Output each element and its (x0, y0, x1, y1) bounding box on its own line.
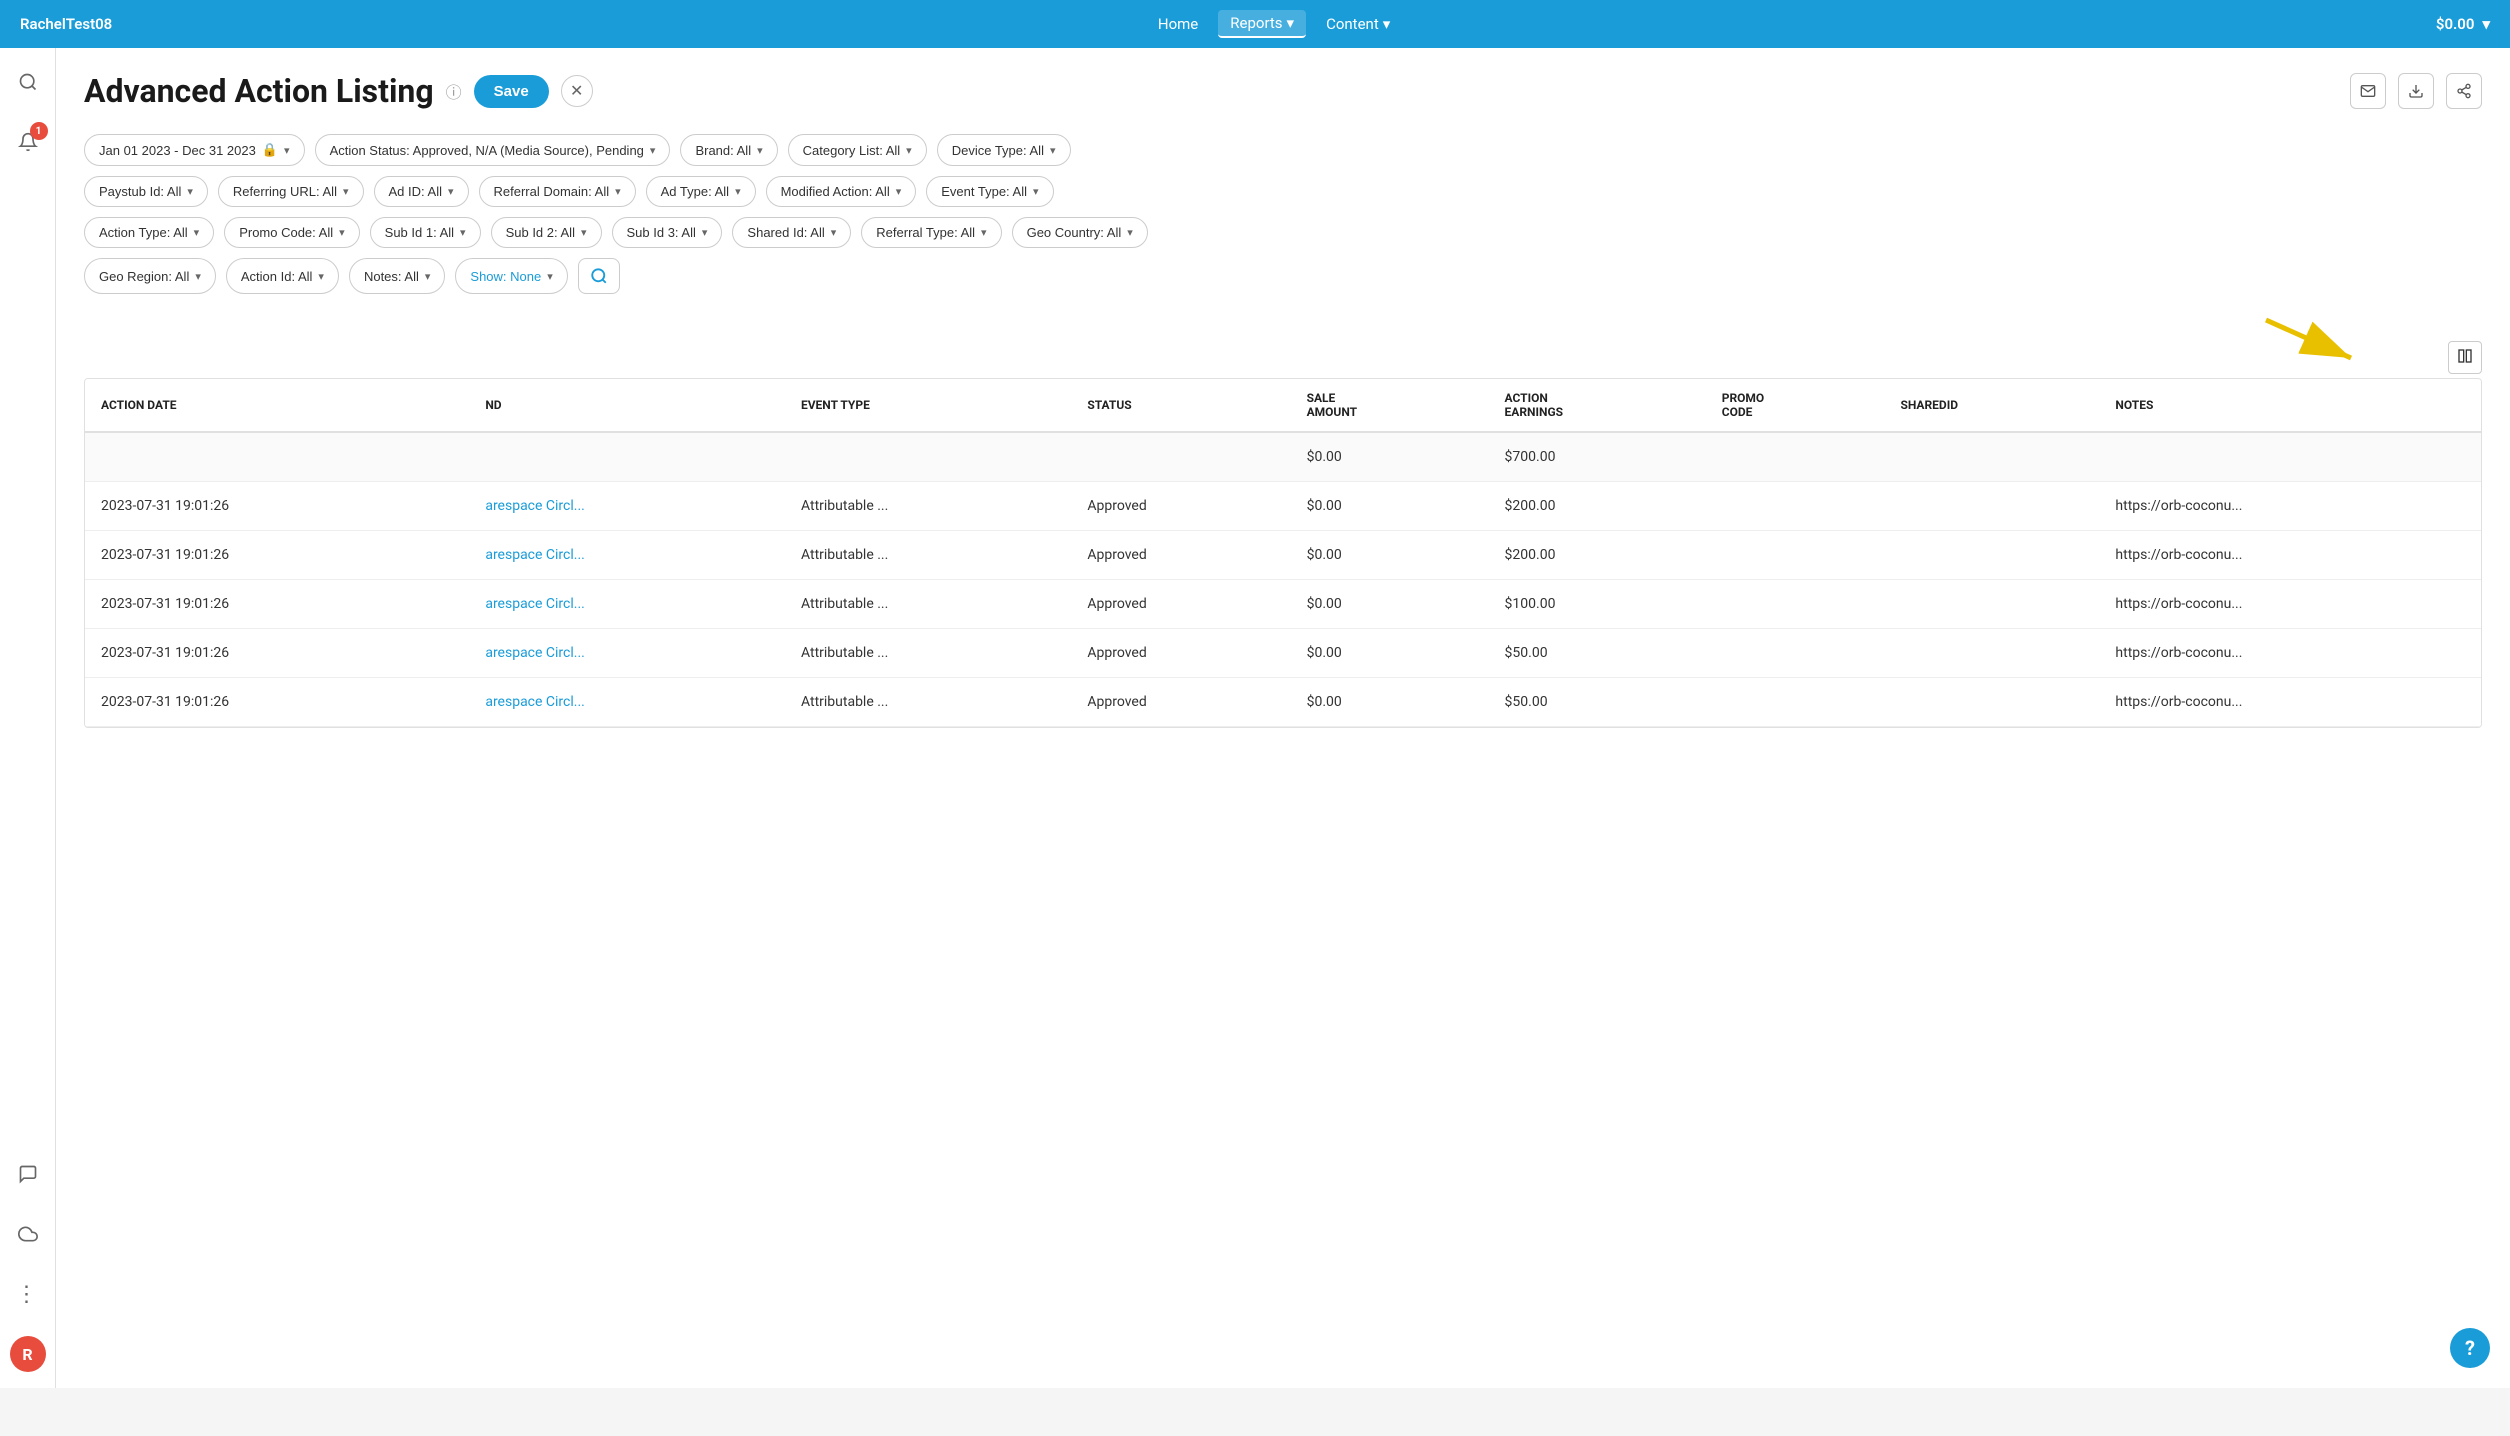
data-table-wrapper: ACTION DATE ND EVENT TYPE STATUS SALEAMO… (84, 378, 2482, 728)
toolbar-row (84, 310, 2482, 374)
date-range-filter[interactable]: Jan 01 2023 - Dec 31 2023 🔒 ▾ (84, 134, 305, 166)
email-icon-button[interactable] (2350, 73, 2386, 109)
search-icon[interactable] (10, 64, 46, 100)
more-options-icon[interactable]: ⋮ (10, 1276, 46, 1312)
nav-reports[interactable]: Reports ▾ (1218, 10, 1306, 38)
category-filter[interactable]: Category List: All ▾ (788, 134, 927, 166)
main-content: Advanced Action Listing ⓘ Save ✕ (56, 48, 2510, 1388)
geo-region-filter[interactable]: Geo Region: All ▾ (84, 258, 216, 294)
sub-id1-filter[interactable]: Sub Id 1: All ▾ (370, 217, 481, 248)
table-row: 2023-07-31 19:01:26 arespace Circl... At… (85, 629, 2481, 678)
top-nav: RachelTest08 Home Reports ▾ Content ▾ $0… (0, 0, 2510, 48)
action-id-filter[interactable]: Action Id: All ▾ (226, 258, 339, 294)
notification-badge: 1 (30, 122, 48, 140)
yellow-arrow-svg (2256, 310, 2376, 370)
nav-brand: RachelTest08 (20, 15, 112, 33)
col-notes: NOTES (2099, 379, 2481, 432)
action-status-filter[interactable]: Action Status: Approved, N/A (Media Sour… (315, 134, 671, 166)
download-icon-button[interactable] (2398, 73, 2434, 109)
nav-content[interactable]: Content ▾ (1314, 11, 1402, 37)
table-row: 2023-07-31 19:01:26 arespace Circl... At… (85, 531, 2481, 580)
sub-id2-filter[interactable]: Sub Id 2: All ▾ (491, 217, 602, 248)
filter-row-2: Paystub Id: All ▾ Referring URL: All ▾ A… (84, 176, 2482, 207)
column-toggle-button[interactable] (2448, 341, 2482, 374)
ad-id-filter[interactable]: Ad ID: All ▾ (374, 176, 469, 207)
promo-code-filter[interactable]: Promo Code: All ▾ (224, 217, 359, 248)
total-action-earnings: $700.00 (1489, 432, 1706, 482)
action-type-filter[interactable]: Action Type: All ▾ (84, 217, 214, 248)
notification-icon[interactable]: 1 (10, 124, 46, 160)
col-action-earnings: ACTIONEARNINGS (1489, 379, 1706, 432)
balance-chevron: ▾ (2482, 15, 2490, 33)
geo-country-filter[interactable]: Geo Country: All ▾ (1012, 217, 1148, 248)
total-sale-amount: $0.00 (1291, 432, 1489, 482)
sidebar: 1 ⋮ R (0, 48, 56, 1388)
data-table: ACTION DATE ND EVENT TYPE STATUS SALEAMO… (85, 379, 2481, 727)
notes-filter[interactable]: Notes: All ▾ (349, 258, 445, 294)
header-actions (2350, 73, 2482, 109)
page-title: Advanced Action Listing (84, 72, 434, 110)
filter-row-3: Action Type: All ▾ Promo Code: All ▾ Sub… (84, 217, 2482, 248)
col-status: STATUS (1071, 379, 1290, 432)
close-button[interactable]: ✕ (561, 75, 593, 107)
chat-icon[interactable] (10, 1156, 46, 1192)
totals-row: $0.00 $700.00 (85, 432, 2481, 482)
lock-icon: 🔒 (262, 142, 278, 158)
user-avatar[interactable]: R (10, 1336, 46, 1372)
nav-links: Home Reports ▾ Content ▾ (1146, 10, 1402, 38)
table-body: $0.00 $700.00 2023-07-31 19:01:26 arespa… (85, 432, 2481, 727)
modified-action-filter[interactable]: Modified Action: All ▾ (766, 176, 917, 207)
referral-domain-filter[interactable]: Referral Domain: All ▾ (479, 176, 636, 207)
show-filter[interactable]: Show: None ▾ (455, 258, 567, 294)
col-action-date: ACTION DATE (85, 379, 469, 432)
col-promo-code: PROMOCODE (1706, 379, 1885, 432)
search-button[interactable] (578, 258, 620, 294)
save-button[interactable]: Save (474, 75, 549, 108)
table-row: 2023-07-31 19:01:26 arespace Circl... At… (85, 482, 2481, 531)
nav-right: $0.00 ▾ (2436, 15, 2490, 33)
col-event-type: EVENT TYPE (785, 379, 1071, 432)
share-icon-button[interactable] (2446, 73, 2482, 109)
arrow-annotation (2256, 310, 2376, 374)
table-row: 2023-07-31 19:01:26 arespace Circl... At… (85, 580, 2481, 629)
ad-type-filter[interactable]: Ad Type: All ▾ (646, 176, 756, 207)
shared-id-filter[interactable]: Shared Id: All ▾ (732, 217, 851, 248)
referring-url-filter[interactable]: Referring URL: All ▾ (218, 176, 364, 207)
table-header: ACTION DATE ND EVENT TYPE STATUS SALEAMO… (85, 379, 2481, 432)
help-icon[interactable]: ⓘ (446, 79, 462, 103)
col-sharedid: SHAREDID (1884, 379, 2099, 432)
table-row: 2023-07-31 19:01:26 arespace Circl... At… (85, 678, 2481, 727)
help-bubble[interactable]: ? (2450, 1328, 2490, 1368)
page-header: Advanced Action Listing ⓘ Save ✕ (84, 72, 2482, 110)
referral-type-filter[interactable]: Referral Type: All ▾ (861, 217, 1001, 248)
cloud-icon[interactable] (10, 1216, 46, 1252)
filter-row-1: Jan 01 2023 - Dec 31 2023 🔒 ▾ Action Sta… (84, 134, 2482, 166)
nav-home[interactable]: Home (1146, 11, 1210, 37)
paystub-id-filter[interactable]: Paystub Id: All ▾ (84, 176, 208, 207)
filter-row-4: Geo Region: All ▾ Action Id: All ▾ Notes… (84, 258, 2482, 294)
event-type-filter[interactable]: Event Type: All ▾ (926, 176, 1053, 207)
col-sale-amount: SALEAMOUNT (1291, 379, 1489, 432)
sub-id3-filter[interactable]: Sub Id 3: All ▾ (612, 217, 723, 248)
col-nd: ND (469, 379, 785, 432)
balance-display: $0.00 (2436, 15, 2475, 33)
device-type-filter[interactable]: Device Type: All ▾ (937, 134, 1071, 166)
brand-filter[interactable]: Brand: All ▾ (680, 134, 777, 166)
